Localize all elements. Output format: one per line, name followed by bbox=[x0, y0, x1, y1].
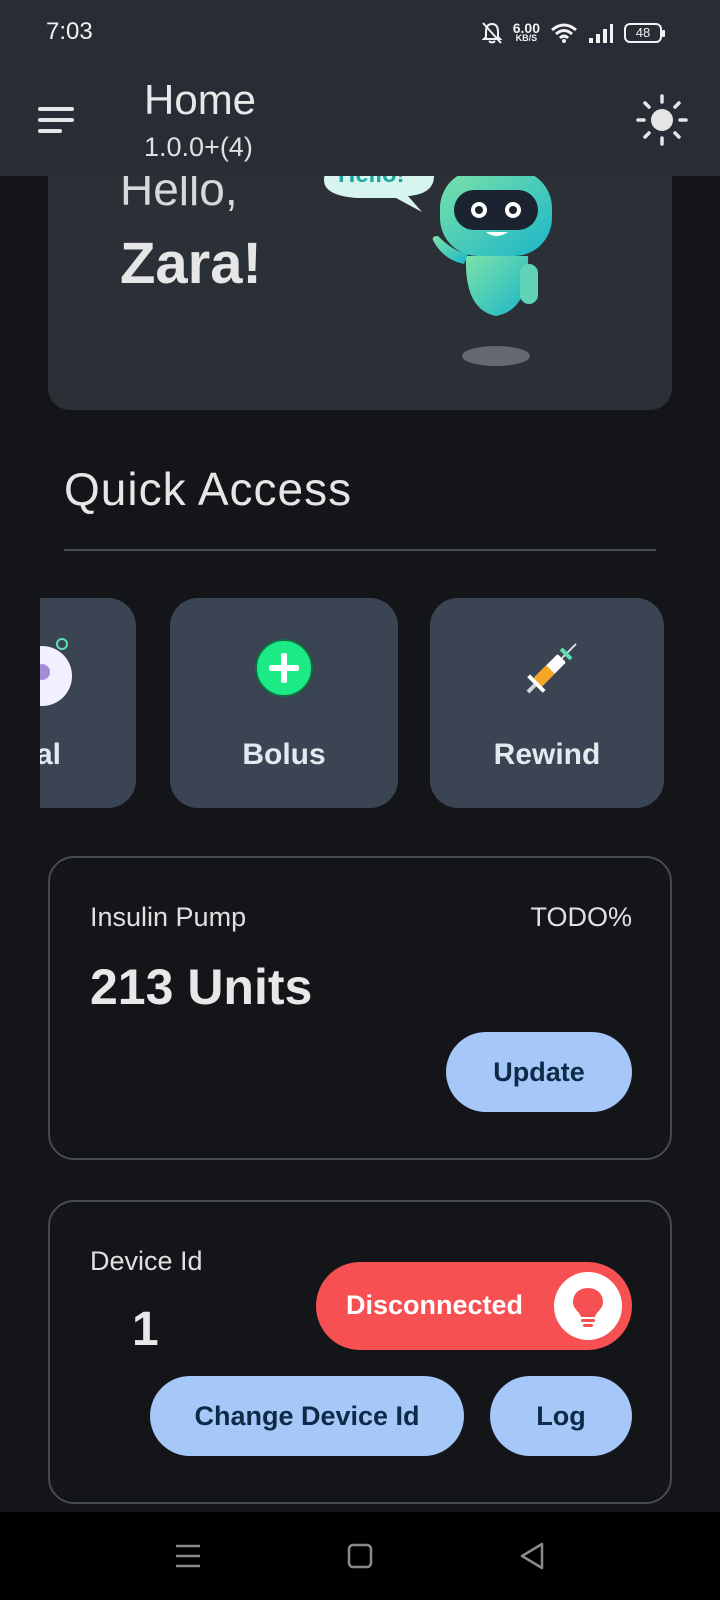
quick-access-tile-bolus[interactable]: Bolus bbox=[170, 598, 398, 808]
pump-units-value: 213 Units bbox=[90, 959, 313, 1015]
net-speed: 6.00 KB/S bbox=[512, 20, 540, 43]
status-time: 7:03 bbox=[46, 18, 93, 45]
quick-access-label: Bolus bbox=[242, 738, 326, 771]
home-icon[interactable] bbox=[340, 1536, 380, 1576]
app-bar: Home 1.0.0+(4) bbox=[0, 62, 720, 176]
quick-access-label: al bbox=[40, 738, 61, 771]
quick-access-tile-basal[interactable]: al bbox=[40, 598, 136, 808]
connection-status-badge[interactable]: Disconnected bbox=[316, 1262, 632, 1350]
status-icons: 6.00 KB/S 48 bbox=[481, 18, 665, 48]
system-nav-bar bbox=[0, 1512, 720, 1600]
menu-icon[interactable] bbox=[30, 94, 82, 146]
sun-icon[interactable] bbox=[634, 92, 690, 148]
device-card: Device Id 1 Disconnected Change Device I… bbox=[48, 1200, 672, 1504]
greeting-name: Zara! bbox=[120, 231, 262, 296]
quick-access-carousel[interactable]: al Bolus Rewind bbox=[40, 598, 680, 808]
pump-label: Insulin Pump bbox=[90, 902, 247, 932]
syringe-icon bbox=[526, 643, 577, 694]
battery-icon: 48 bbox=[624, 23, 665, 43]
net-speed-value: 6.00 bbox=[512, 20, 540, 36]
pump-percent: TODO% bbox=[530, 902, 632, 932]
mute-icon bbox=[481, 22, 503, 44]
plus-circle-icon bbox=[255, 639, 313, 697]
insulin-pump-card: Insulin Pump TODO% 213 Units Update bbox=[48, 856, 672, 1160]
quick-access-title: Quick Access bbox=[64, 463, 353, 515]
lightbulb-icon bbox=[554, 1272, 622, 1340]
update-button[interactable]: Update bbox=[446, 1032, 632, 1112]
change-device-id-button[interactable]: Change Device Id bbox=[150, 1376, 464, 1456]
signal-icon bbox=[589, 24, 613, 43]
quick-access-divider bbox=[64, 549, 656, 551]
net-speed-unit: KB/S bbox=[515, 33, 538, 43]
basal-icon bbox=[40, 638, 72, 706]
recents-icon[interactable] bbox=[168, 1536, 208, 1576]
log-button[interactable]: Log bbox=[490, 1376, 632, 1456]
device-id-label: Device Id bbox=[90, 1246, 203, 1276]
connection-status-text: Disconnected bbox=[346, 1290, 524, 1320]
page-title: Home bbox=[144, 76, 257, 123]
app-version: 1.0.0+(4) bbox=[144, 132, 253, 162]
status-bar: 7:03 6.00 KB/S 48 bbox=[0, 0, 720, 62]
wifi-icon bbox=[551, 23, 577, 43]
quick-access-label: Rewind bbox=[493, 738, 601, 771]
quick-access-tile-rewind[interactable]: Rewind bbox=[430, 598, 664, 808]
back-icon[interactable] bbox=[512, 1536, 552, 1576]
device-id-value: 1 bbox=[132, 1303, 159, 1356]
robot-mascot-icon: Hello! bbox=[324, 160, 552, 366]
